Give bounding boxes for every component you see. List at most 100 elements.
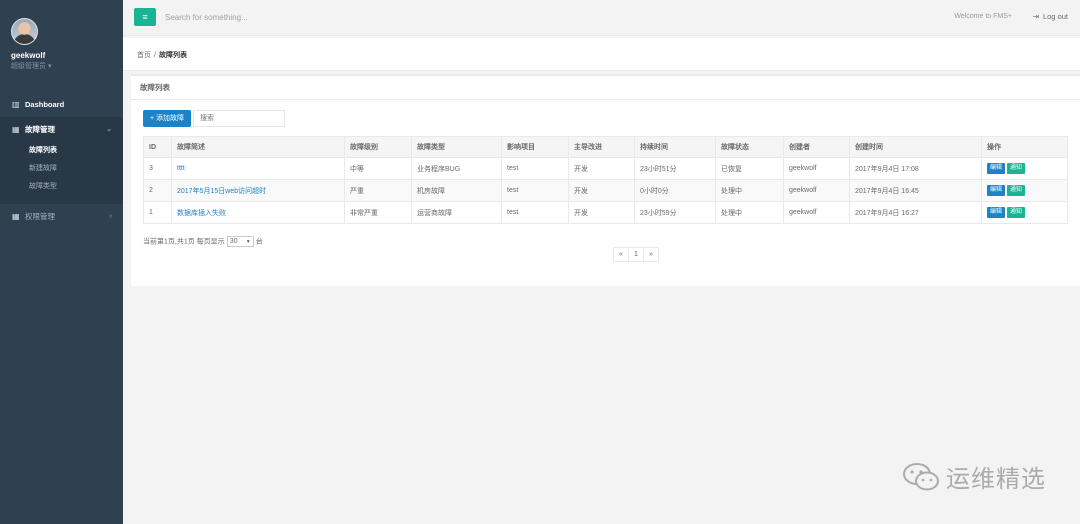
pagination-page-1[interactable]: 1 [628,247,644,262]
cell-level: 非常严重 [344,201,412,224]
chevron-down-icon: ⌄ [106,126,112,133]
fault-table: ID 故障简述 故障级别 故障类型 影响项目 主导改进 持续时间 故障状态 创建… [143,136,1068,224]
pagination: « 1 » [613,247,659,262]
cell-actions: 编辑 通知 [981,157,1068,180]
logout-link[interactable]: ⇥ Log out [1033,12,1068,21]
edit-button[interactable]: 编辑 [987,185,1006,196]
cell-project: test [501,179,569,202]
page-size-select[interactable]: 30 ▼ [226,236,254,247]
sidebar-group-fault-mgmt: ▦ 故障管理 ⌄ 故障列表 新建故障 故障类型 [0,117,123,204]
cell-actions: 编辑 通知 [981,201,1068,224]
cell-project: test [501,201,569,224]
watermark: 运维精选 [902,459,1046,494]
cell-summary-link[interactable]: 2017年5月15日web访问超时 [171,179,345,202]
column-header-summary[interactable]: 故障简述 [171,136,345,158]
grid-icon: ▦ [12,125,20,134]
column-header-duration[interactable]: 持续时间 [634,136,716,158]
notify-button[interactable]: 通知 [1007,207,1026,218]
cell-status: 处理中 [715,179,784,202]
column-header-id[interactable]: ID [143,136,172,158]
cell-type: 运营商故障 [411,201,502,224]
welcome-text: Welcome to FMS+ [954,13,1012,20]
sidebar-subitem-fault-list[interactable]: 故障列表 [0,142,123,160]
profile-role-dropdown[interactable]: 超级管理员 ▾ [11,61,123,71]
cell-id: 3 [143,157,172,180]
sidebar-submenu: 故障列表 新建故障 故障类型 [0,142,123,196]
breadcrumb: 首页 / 故障列表 [137,50,187,60]
sidebar-subitem-fault-types[interactable]: 故障类型 [0,178,123,196]
table-row: 1 数据库插入失败 非常严重 运营商故障 test 开发 23小时59分 处理中… [143,201,1068,224]
column-header-lead[interactable]: 主导改进 [568,136,635,158]
breadcrumb-current: 故障列表 [158,52,187,59]
cell-level: 中等 [344,157,412,180]
sidebar-item-dashboard[interactable]: ▥ Dashboard [0,92,123,117]
wechat-icon [903,462,939,490]
cell-creator: geekwolf [783,201,850,224]
cell-lead: 开发 [568,179,635,202]
cell-project: test [501,157,569,180]
cell-type: 机房故障 [411,179,502,202]
breadcrumb-separator: / [154,52,156,59]
cell-creator: geekwolf [783,157,850,180]
pagination-info-suffix: 台 [255,238,263,246]
cell-id: 2 [143,179,172,202]
notify-button[interactable]: 通知 [1007,163,1026,174]
column-header-type[interactable]: 故障类型 [411,136,502,158]
hamburger-icon: ≡ [142,12,148,22]
grid-icon: ▦ [12,212,20,221]
logout-label: Log out [1042,12,1068,21]
fault-list-panel: 故障列表 + 添加故障 ID 故障简述 故障级别 故障类型 影响项目 主导改进 … [131,74,1080,286]
sidebar-item-perm-mgmt[interactable]: ▦ 权限管理 ‹ [0,204,123,229]
add-fault-button[interactable]: + 添加故障 [143,110,191,127]
cell-summary-link[interactable]: 数据库插入失败 [171,201,345,224]
column-header-created[interactable]: 创建时间 [849,136,982,158]
profile: geekwolf 超级管理员 ▾ [0,0,123,82]
search-input[interactable] [165,9,465,25]
column-header-project[interactable]: 影响项目 [501,136,569,158]
notify-button[interactable]: 通知 [1007,185,1026,196]
table-header-row: ID 故障简述 故障级别 故障类型 影响项目 主导改进 持续时间 故障状态 创建… [143,136,1068,158]
cell-summary-link[interactable]: tttt [171,157,345,180]
sidebar-subitem-new-fault[interactable]: 新建故障 [0,160,123,178]
cell-status: 处理中 [715,201,784,224]
sidebar-nav: ▥ Dashboard ▦ 故障管理 ⌄ 故障列表 新建故障 故障类型 ▦ 权限管理 … [0,92,123,229]
cell-lead: 开发 [568,157,635,180]
cell-id: 1 [143,201,172,224]
column-header-level[interactable]: 故障级别 [344,136,412,158]
table-search-input[interactable] [193,110,285,127]
pagination-info-prefix: 当前第1页,共1页 每页显示 [143,238,225,246]
cell-type: 业务程序BUG [411,157,502,180]
sidebar-item-label: 权限管理 [25,212,55,221]
profile-name[interactable]: geekwolf [11,51,123,60]
sign-out-icon: ⇥ [1032,12,1039,21]
cell-duration: 23小时59分 [634,201,716,224]
column-header-creator[interactable]: 创建者 [783,136,850,158]
cell-created: 2017年9月4日 16:45 [849,179,982,202]
pagination-next[interactable]: » [643,247,659,262]
sidebar-item-fault-mgmt[interactable]: ▦ 故障管理 ⌄ [0,117,123,142]
cell-duration: 0小时0分 [634,179,716,202]
avatar[interactable] [11,18,38,45]
breadcrumb-home[interactable]: 首页 [137,52,151,59]
chevron-left-icon: ‹ [109,213,112,220]
panel-title: 故障列表 [131,76,1080,100]
sidebar-item-label: 故障管理 [25,125,55,134]
page-size-value: 30 [229,238,238,245]
menu-toggle-button[interactable]: ≡ [134,8,156,26]
cell-level: 严重 [344,179,412,202]
cell-lead: 开发 [568,201,635,224]
cell-status: 已恢复 [715,157,784,180]
column-header-status[interactable]: 故障状态 [715,136,784,158]
cell-actions: 编辑 通知 [981,179,1068,202]
table-toolbar: + 添加故障 [143,110,285,127]
pagination-prev[interactable]: « [613,247,629,262]
edit-button[interactable]: 编辑 [987,163,1006,174]
cell-created: 2017年9月4日 17:08 [849,157,982,180]
cell-creator: geekwolf [783,179,850,202]
breadcrumb-bar: 首页 / 故障列表 [123,38,1080,71]
cell-created: 2017年9月4日 16:27 [849,201,982,224]
table-row: 3 tttt 中等 业务程序BUG test 开发 23小时51分 已恢复 ge… [143,157,1068,180]
cell-duration: 23小时51分 [634,157,716,180]
pagination-info: 当前第1页,共1页 每页显示 30 ▼ 台 [143,236,263,247]
edit-button[interactable]: 编辑 [987,207,1006,218]
